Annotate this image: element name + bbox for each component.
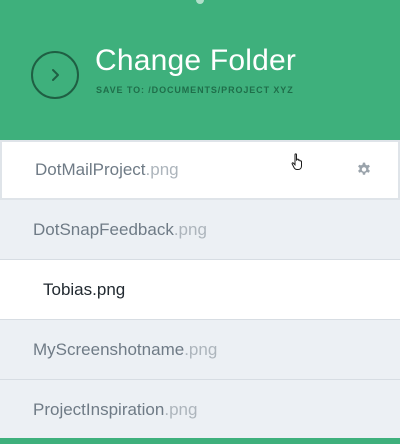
header: Change Folder SAVE TO: /DOCUMENTS/PROJEC… [0,0,400,140]
file-list: DotMailProject.png DotSnapFeedback.png T… [0,140,400,440]
file-name: DotSnapFeedback.png [33,219,207,239]
file-name: ProjectInspiration.png [33,399,198,419]
file-name: DotMailProject.png [35,160,179,179]
page-title: Change Folder [95,44,297,77]
header-notch [196,0,204,4]
chevron-right-icon [52,69,59,81]
file-row-projectinspiration[interactable]: ProjectInspiration.png [0,380,400,440]
file-row-tobias[interactable]: Tobias.png [0,260,400,320]
file-name: MyScreenshotname.png [33,339,218,359]
footer-bar [0,438,400,444]
gear-icon[interactable] [356,162,372,178]
file-row-dotsnapfeedback[interactable]: DotSnapFeedback.png [0,200,400,260]
file-name: Tobias.png [43,279,126,299]
file-row-dotmailproject[interactable]: DotMailProject.png [0,140,400,200]
save-path: SAVE TO: /DOCUMENTS/PROJECT XYZ [96,85,294,95]
file-row-myscreenshotname[interactable]: MyScreenshotname.png [0,320,400,380]
forward-button[interactable] [31,51,79,99]
hand-cursor-icon [291,153,302,170]
